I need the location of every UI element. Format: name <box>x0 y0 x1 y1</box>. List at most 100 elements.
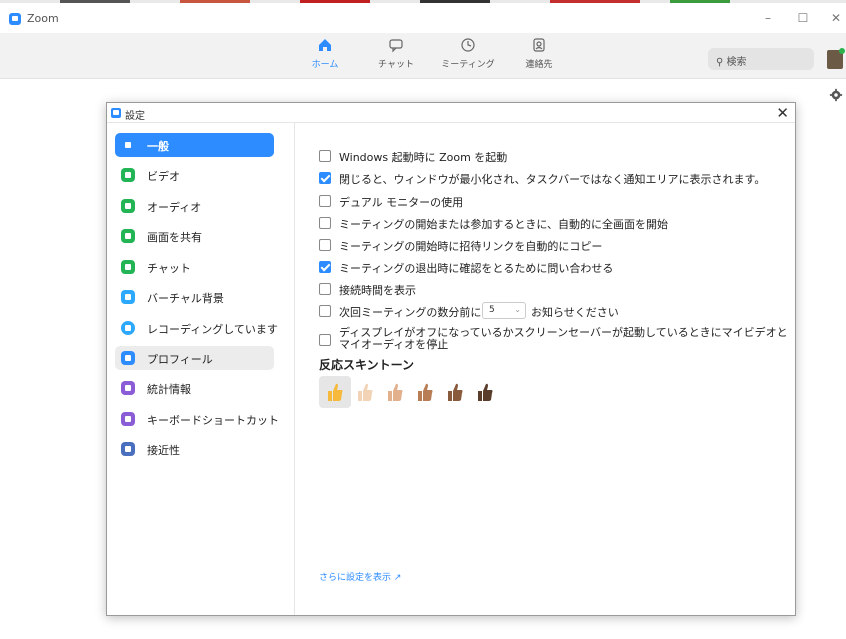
search-input[interactable]: ⚲ 検索 <box>708 48 814 70</box>
sidebar-item-general[interactable]: 一般 <box>115 133 274 157</box>
skin-tone-title: 反応スキントーン <box>319 358 415 372</box>
zoom-logo-icon <box>111 108 121 118</box>
option-label: ミーティングの開始または参加するときに、自動的に全画面を開始 <box>339 218 669 231</box>
option-label: 次回ミーティングの数分前に <box>339 306 482 319</box>
thumbs-up-icon <box>358 383 373 401</box>
external-link-icon: ↗ <box>393 573 402 583</box>
close-window-button[interactable]: ✕ <box>828 11 844 25</box>
nav-contacts[interactable]: 連絡先 <box>507 37 571 70</box>
skin-tone-3[interactable] <box>409 376 441 408</box>
sidebar-item-label: キーボードショートカット <box>147 414 279 427</box>
chat-icon <box>389 39 403 53</box>
option-label: デュアル モニターの使用 <box>339 196 464 209</box>
sidebar-item-label: 統計情報 <box>147 383 191 396</box>
thumbs-up-icon <box>418 383 433 401</box>
zoom-logo-icon <box>9 13 21 25</box>
sidebar-item-label: プロフィール <box>147 353 213 366</box>
sidebar-item-statistics[interactable]: 統計情報 <box>115 376 274 400</box>
checkbox[interactable] <box>319 283 331 295</box>
recording-icon <box>121 321 135 335</box>
nav-meetings-label: ミーティング <box>441 60 495 70</box>
reminder-minutes-select[interactable]: 5 ⌄ <box>482 302 526 319</box>
settings-content: Windows 起動時に Zoom を起動 閉じると、ウィンドウが最小化され、タ… <box>319 123 789 615</box>
skin-tone-0[interactable] <box>319 376 351 408</box>
nav-chat-label: チャット <box>378 60 414 70</box>
sidebar-item-label: 画面を共有 <box>147 231 202 244</box>
checkbox[interactable] <box>319 217 331 229</box>
nav-chat[interactable]: チャット <box>364 37 428 70</box>
profile-icon <box>121 351 135 365</box>
sidebar-item-label: ビデオ <box>147 170 180 183</box>
maximize-button[interactable]: ☐ <box>795 11 811 25</box>
main-nav: ホーム チャット ミーティング 連絡先 ⚲ 検索 <box>0 33 846 79</box>
sidebar-item-label: オーディオ <box>147 201 202 214</box>
sidebar-item-chat[interactable]: チャット <box>115 255 274 279</box>
sidebar-item-label: 接近性 <box>147 444 180 457</box>
sidebar-item-label: レコーディングしています <box>147 323 278 336</box>
close-icon[interactable]: ✕ <box>776 104 789 122</box>
accessibility-icon <box>121 442 135 456</box>
virtual-background-icon <box>121 290 135 304</box>
settings-sidebar: 一般 ビデオ オーディオ 画面を共有 チャット バーチャル背景 レコーディングし… <box>107 123 295 615</box>
nav-home[interactable]: ホーム <box>293 37 357 70</box>
gear-icon <box>121 138 135 152</box>
checkbox[interactable] <box>319 172 331 184</box>
sidebar-item-accessibility[interactable]: 接近性 <box>115 437 274 461</box>
thumbs-up-icon <box>328 383 343 401</box>
option-label: 接続時間を表示 <box>339 284 416 297</box>
reminder-minutes-value: 5 <box>489 305 495 315</box>
thumbs-up-icon <box>448 383 463 401</box>
sidebar-item-label: バーチャル背景 <box>147 292 224 305</box>
option-stop-video-on-screensaver[interactable]: ディスプレイがオフになっているかスクリーンセーバーが起動しているときにマイビデオ… <box>319 327 789 353</box>
statistics-icon <box>121 381 135 395</box>
nav-meetings[interactable]: ミーティング <box>436 37 500 70</box>
sidebar-item-video[interactable]: ビデオ <box>115 163 274 187</box>
sidebar-item-virtual-background[interactable]: バーチャル背景 <box>115 285 274 309</box>
sidebar-item-share-screen[interactable]: 画面を共有 <box>115 224 274 248</box>
search-placeholder: 検索 <box>726 57 747 68</box>
sidebar-item-label: チャット <box>147 262 191 275</box>
settings-title: 設定 <box>125 111 145 122</box>
sidebar-item-audio[interactable]: オーディオ <box>115 194 274 218</box>
gear-icon[interactable] <box>829 88 843 102</box>
skin-tone-1[interactable] <box>349 376 381 408</box>
sidebar-item-label: 一般 <box>147 140 169 153</box>
option-label: 閉じると、ウィンドウが最小化され、タスクバーではなく通知エリアに表示されます。 <box>339 173 766 186</box>
minimize-button[interactable]: – <box>760 11 776 25</box>
settings-dialog: 設定 ✕ 一般 ビデオ オーディオ 画面を共有 チャット バーチャル背景 レコー… <box>106 102 796 616</box>
share-screen-icon <box>121 229 135 243</box>
option-label: ディスプレイがオフになっているかスクリーンセーバーが起動しているときにマイビデオ… <box>339 326 788 351</box>
checkbox[interactable] <box>319 261 331 273</box>
keyboard-icon <box>121 412 135 426</box>
app-title: Zoom <box>27 12 59 25</box>
sidebar-item-profile[interactable]: プロフィール <box>115 346 274 370</box>
more-settings-link[interactable]: さらに設定を表示 ↗ <box>319 570 401 583</box>
skin-tone-4[interactable] <box>439 376 471 408</box>
sidebar-item-keyboard-shortcuts[interactable]: キーボードショートカット <box>115 407 279 431</box>
checkbox[interactable] <box>319 150 331 162</box>
chevron-down-icon: ⌄ <box>514 305 521 314</box>
contacts-icon <box>533 38 545 52</box>
checkbox[interactable] <box>319 305 331 317</box>
headphone-icon <box>121 199 135 213</box>
chat-icon <box>121 260 135 274</box>
thumbs-up-icon <box>388 383 403 401</box>
search-icon: ⚲ <box>716 57 727 68</box>
checkbox[interactable] <box>319 334 331 346</box>
clock-icon <box>461 38 475 52</box>
status-dot <box>839 48 845 54</box>
checkbox[interactable] <box>319 195 331 207</box>
home-icon <box>319 39 331 51</box>
skin-tone-2[interactable] <box>379 376 411 408</box>
thumbs-up-icon <box>478 383 493 401</box>
option-label: ミーティングの退出時に確認をとるために問い合わせる <box>339 262 614 275</box>
zoom-titlebar: Zoom – ☐ ✕ <box>0 3 846 33</box>
more-settings-label: さらに設定を表示 <box>319 573 392 583</box>
reminder-after-label: お知らせください <box>531 306 619 319</box>
checkbox[interactable] <box>319 239 331 251</box>
skin-tone-5[interactable] <box>469 376 501 408</box>
sidebar-item-recording[interactable]: レコーディングしています <box>115 316 278 340</box>
nav-home-label: ホーム <box>311 60 339 70</box>
nav-contacts-label: 連絡先 <box>525 60 553 70</box>
video-icon <box>121 168 135 182</box>
